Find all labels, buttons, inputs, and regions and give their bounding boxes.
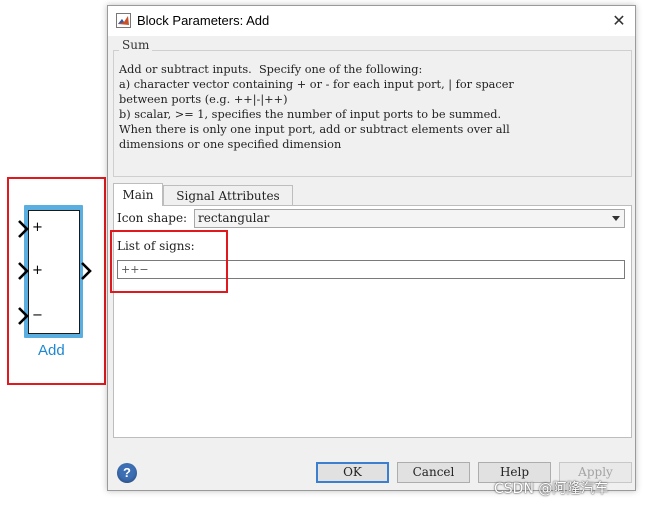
- icon-shape-dropdown[interactable]: rectangular: [194, 209, 625, 228]
- port-sign-1: +: [32, 220, 43, 235]
- dialog-title: Block Parameters: Add: [137, 13, 270, 28]
- icon-shape-value: rectangular: [198, 211, 270, 225]
- output-port-arrow-icon[interactable]: [80, 262, 94, 280]
- input-port-arrow-icon[interactable]: [17, 220, 31, 238]
- block-description: Add or subtract inputs. Specify one of t…: [119, 63, 514, 151]
- matlab-icon: [116, 13, 131, 28]
- help-icon[interactable]: ?: [117, 463, 137, 483]
- ok-button[interactable]: OK: [316, 462, 389, 483]
- tab-main[interactable]: Main: [113, 183, 163, 206]
- dropdown-arrow-icon[interactable]: [612, 216, 620, 221]
- close-icon[interactable]: ✕: [607, 9, 631, 33]
- tab-signal-attributes[interactable]: Signal Attributes: [163, 185, 293, 205]
- block-parameters-dialog: Block Parameters: Add ✕ Sum Add or subtr…: [107, 5, 636, 491]
- title-bar[interactable]: Block Parameters: Add ✕: [108, 6, 635, 36]
- block-name-label[interactable]: Add: [38, 342, 65, 359]
- port-sign-2: +: [32, 263, 43, 278]
- group-title: Sum: [119, 38, 153, 52]
- input-port-arrow-icon[interactable]: [17, 262, 31, 280]
- list-of-signs-label: List of signs:: [117, 239, 195, 253]
- watermark: CSDN @阿隆汽车: [494, 481, 609, 497]
- input-port-arrow-icon[interactable]: [17, 307, 31, 325]
- icon-shape-label: Icon shape:: [117, 211, 188, 225]
- list-of-signs-input[interactable]: ++−: [117, 260, 625, 279]
- cancel-button[interactable]: Cancel: [397, 462, 470, 483]
- port-sign-3: −: [32, 308, 43, 323]
